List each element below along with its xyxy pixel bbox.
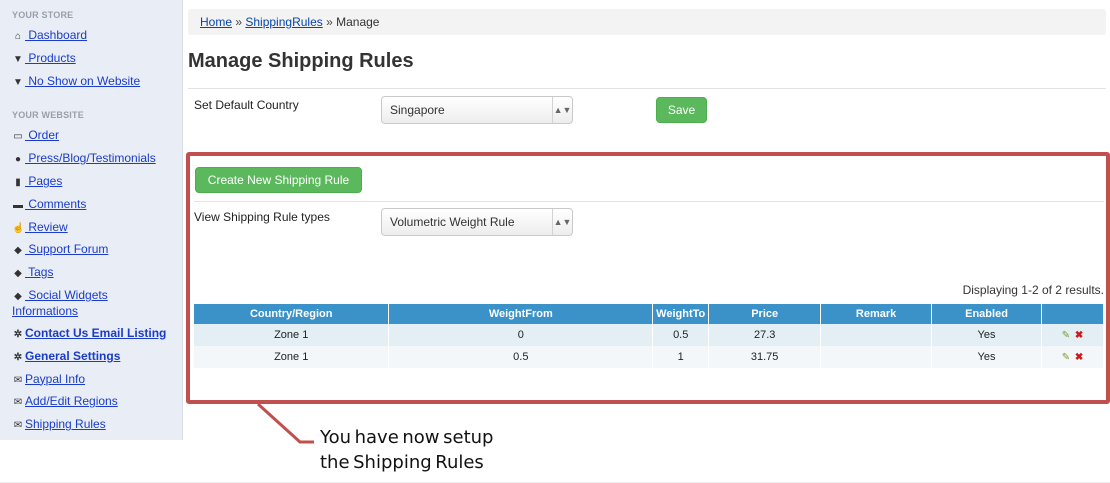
column-header-remark[interactable]: Remark xyxy=(820,304,933,324)
sidebar-item-dashboard[interactable]: ⌂ Dashboard xyxy=(0,24,182,47)
sidebar: YOUR STORE ⌂ Dashboard ▼ Products ▼ No S… xyxy=(0,0,183,440)
delete-x-icon[interactable]: ✖ xyxy=(1074,330,1084,341)
tag-icon: ◆ xyxy=(14,245,22,257)
cell-price: 27.3 xyxy=(708,324,822,346)
sidebar-item-no-show[interactable]: ▼ No Show on Website xyxy=(0,70,182,93)
rule-type-select[interactable]: Volumetric Weight Rule ▲▼ xyxy=(381,208,573,236)
home-icon: ⌂ xyxy=(14,31,22,42)
breadcrumb: Home » ShippingRules » Manage xyxy=(188,9,1106,35)
envelope-icon: ✉ xyxy=(13,374,23,386)
shipping-rules-table: Country/Region WeightFrom WeightTo Price… xyxy=(194,304,1104,368)
cell-actions: ✎ ✖ xyxy=(1041,346,1104,368)
column-header-weight-from[interactable]: WeightFrom xyxy=(388,304,654,324)
sidebar-item-paypal[interactable]: ✉ Paypal Info xyxy=(0,368,182,391)
page-title: Manage Shipping Rules xyxy=(188,50,414,72)
edit-pencil-icon[interactable]: ✎ xyxy=(1061,330,1071,341)
store-heading: YOUR STORE xyxy=(12,10,74,20)
default-country-select[interactable]: Singapore ▲▼ xyxy=(381,96,573,124)
monitor-icon: ▭ xyxy=(13,131,23,143)
cell-weight-to: 0.5 xyxy=(652,324,710,346)
sidebar-item-order[interactable]: ▭ Order xyxy=(0,124,182,147)
column-header-price[interactable]: Price xyxy=(708,304,822,324)
breadcrumb-home[interactable]: Home xyxy=(200,15,232,29)
sidebar-item-social-widgets[interactable]: ◆ Social Widgets Informations xyxy=(0,284,182,322)
cell-weight-from: 0 xyxy=(388,324,654,346)
envelope-icon: ✉ xyxy=(13,420,23,432)
callout-line xyxy=(256,402,314,444)
cell-country: Zone 1 xyxy=(194,346,390,368)
cell-enabled: Yes xyxy=(931,324,1042,346)
cart-icon: ▼ xyxy=(13,53,23,65)
rule-type-value: Volumetric Weight Rule xyxy=(390,215,515,229)
envelope-icon: ✉ xyxy=(13,397,23,409)
save-button[interactable]: Save xyxy=(656,97,707,123)
user-icon: ● xyxy=(14,154,22,166)
divider xyxy=(194,201,1104,202)
breadcrumb-separator: » xyxy=(232,15,246,29)
divider xyxy=(188,88,1106,89)
sidebar-item-general-settings[interactable]: ✲ General Settings xyxy=(0,345,182,368)
cart-icon: ▼ xyxy=(13,76,23,88)
edit-pencil-icon[interactable]: ✎ xyxy=(1061,352,1071,363)
thumbs-up-icon: ☝ xyxy=(12,222,25,234)
select-arrows-icon: ▲▼ xyxy=(552,97,572,123)
sidebar-item-products[interactable]: ▼ Products xyxy=(0,47,182,70)
column-header-weight-to[interactable]: WeightTo xyxy=(652,304,710,324)
callout-line-1: You have now setup xyxy=(320,427,498,448)
callout-line-2: the Shipping Rules xyxy=(320,452,488,473)
tags-icon: ◆ xyxy=(14,290,22,302)
breadcrumb-current: Manage xyxy=(336,15,380,29)
default-country-value: Singapore xyxy=(390,103,445,117)
cell-country: Zone 1 xyxy=(194,324,390,346)
breadcrumb-separator: » xyxy=(322,15,337,29)
sidebar-item-shipping-rules[interactable]: ✉ Shipping Rules xyxy=(0,413,182,436)
website-heading: YOUR WEBSITE xyxy=(12,110,84,121)
default-country-label: Set Default Country xyxy=(194,98,299,112)
table-row: Zone 1 0 0.5 27.3 Yes ✎ ✖ xyxy=(194,324,1104,346)
view-types-label: View Shipping Rule types xyxy=(194,210,330,224)
gear-icon: ✲ xyxy=(13,328,23,340)
sidebar-item-press[interactable]: ● Press/Blog/Testimonials xyxy=(0,147,182,170)
cell-enabled: Yes xyxy=(931,346,1042,368)
column-header-enabled[interactable]: Enabled xyxy=(931,304,1042,324)
cell-weight-to: 1 xyxy=(652,346,710,368)
tags-icon: ◆ xyxy=(14,268,22,280)
comment-icon: ▬ xyxy=(13,199,23,211)
cell-remark xyxy=(820,346,933,368)
create-shipping-rule-button[interactable]: Create New Shipping Rule xyxy=(195,167,362,193)
sidebar-item-contact-email[interactable]: ✲ Contact Us Email Listing xyxy=(0,322,182,345)
cell-weight-from: 0.5 xyxy=(388,346,654,368)
table-row: Zone 1 0.5 1 31.75 Yes ✎ ✖ xyxy=(194,346,1104,368)
sidebar-item-pages[interactable]: ▮ Pages xyxy=(0,170,182,193)
results-summary: Displaying 1-2 of 2 results. xyxy=(962,283,1104,297)
cell-remark xyxy=(820,324,933,346)
sidebar-item-tags[interactable]: ◆ Tags xyxy=(0,261,182,284)
gear-icon: ✲ xyxy=(13,351,23,363)
cell-price: 31.75 xyxy=(708,346,822,368)
select-arrows-icon: ▲▼ xyxy=(552,209,572,235)
column-header-actions xyxy=(1041,304,1104,324)
cell-actions: ✎ ✖ xyxy=(1041,324,1104,346)
sidebar-item-regions[interactable]: ✉ Add/Edit Regions xyxy=(0,390,182,413)
file-icon: ▮ xyxy=(15,176,21,188)
sidebar-item-comments[interactable]: ▬ Comments xyxy=(0,193,182,216)
delete-x-icon[interactable]: ✖ xyxy=(1074,352,1084,363)
table-header-row: Country/Region WeightFrom WeightTo Price… xyxy=(194,304,1104,324)
callout-text: You have now setup the Shipping Rules xyxy=(320,425,497,475)
sidebar-item-support-forum[interactable]: ◆ Support Forum xyxy=(0,238,182,261)
breadcrumb-shipping-rules[interactable]: ShippingRules xyxy=(245,15,322,29)
column-header-country[interactable]: Country/Region xyxy=(194,304,390,324)
sidebar-item-review[interactable]: ☝ Review xyxy=(0,216,182,239)
